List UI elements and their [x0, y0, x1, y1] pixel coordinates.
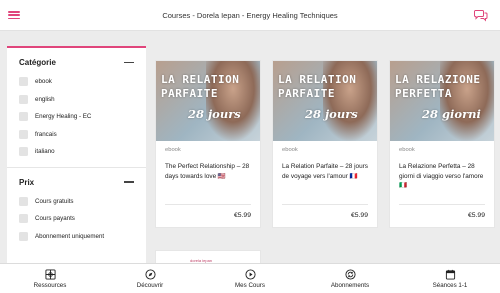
filter-option[interactable]: Energy Healing - EC [19, 108, 134, 126]
filter-sidebar: Catégorie ebook english Energy Healing -… [7, 46, 146, 266]
app-header: Courses - Dorela Iepan - Energy Healing … [0, 0, 500, 31]
filter-option[interactable]: Abonnement uniquement [19, 228, 134, 246]
facet-title: Prix [19, 177, 35, 187]
filter-option[interactable]: english [19, 91, 134, 109]
filter-label: francais [35, 130, 57, 138]
bottom-nav: Ressources Découvrir Mes Cours Abonnemen… [0, 263, 500, 293]
course-card[interactable]: LA RELAZIONE PERFETTA 28 giorni ebook La… [389, 60, 495, 228]
chat-bubbles-icon[interactable] [474, 8, 488, 22]
filter-option[interactable]: Cours gratuits [19, 193, 134, 211]
filter-option[interactable]: Cours payants [19, 210, 134, 228]
course-title[interactable]: The Perfect Relationship – 28 days towar… [165, 162, 251, 200]
cover-title: LA RELATION [161, 73, 240, 86]
checkbox[interactable] [19, 77, 28, 87]
filter-label: Cours gratuits [35, 197, 74, 205]
play-circle-icon [244, 268, 256, 280]
course-card[interactable]: LA RELATION PARFAITE 28 jours ebook The … [155, 60, 261, 228]
nav-item-decouvrir[interactable]: Découvrir [100, 264, 200, 293]
nav-label: Séances 1-1 [432, 281, 468, 289]
course-price: €5.99 [350, 212, 368, 219]
nav-item-abonnements[interactable]: Abonnements [300, 264, 400, 293]
cover-subtitle: 28 jours [188, 107, 241, 121]
course-type: ebook [165, 147, 181, 153]
nav-label: Ressources [33, 281, 67, 289]
refresh-icon [344, 268, 356, 280]
course-price: €5.99 [233, 212, 251, 219]
course-price: €5.99 [467, 212, 485, 219]
filter-option[interactable]: francais [19, 126, 134, 144]
facet-title: Catégorie [19, 58, 56, 67]
course-cover-image: LA RELAZIONE PERFETTA 28 giorni [390, 61, 494, 141]
resources-icon [44, 268, 56, 280]
course-title[interactable]: La Relation Parfaite – 28 jours de voyag… [282, 162, 368, 200]
filter-option[interactable]: ebook [19, 73, 134, 91]
nav-item-ressources[interactable]: Ressources [0, 264, 100, 293]
cover-title: PARFAITE [278, 87, 335, 100]
cover-title: PERFETTA [395, 87, 452, 100]
checkbox[interactable] [19, 214, 28, 224]
checkbox[interactable] [19, 231, 28, 241]
course-type: ebook [399, 147, 415, 153]
cover-subtitle: 28 giorni [422, 107, 481, 121]
course-type: ebook [282, 147, 298, 153]
collapse-icon[interactable] [124, 181, 134, 183]
checkbox[interactable] [19, 94, 28, 104]
compass-icon [144, 268, 156, 280]
checkbox[interactable] [19, 129, 28, 139]
nav-label: Découvrir [136, 281, 164, 289]
cover-subtitle: 28 jours [305, 107, 358, 121]
page-title: Courses - Dorela Iepan - Energy Healing … [162, 10, 338, 20]
nav-label: Abonnements [330, 281, 370, 289]
checkbox[interactable] [19, 147, 28, 157]
nav-item-mes-cours[interactable]: Mes Cours [200, 264, 300, 293]
checkbox[interactable] [19, 196, 28, 206]
hamburger-menu-icon[interactable] [8, 9, 20, 21]
course-title[interactable]: La Relazione Perfetta – 28 giorni di via… [399, 162, 485, 200]
divider [165, 204, 251, 205]
filter-label: Abonnement uniquement [35, 232, 105, 240]
course-cover-image: LA RELATION PARFAITE 28 jours [156, 61, 260, 141]
cover-title: LA RELATION [278, 73, 357, 86]
filter-label: Cours payants [35, 215, 75, 223]
facet-category: Catégorie ebook english Energy Healing -… [7, 48, 146, 167]
filter-option[interactable]: italiano [19, 143, 134, 161]
nav-label: Mes Cours [235, 281, 265, 289]
facet-price: Prix Cours gratuits Cours payants Abonne… [7, 168, 146, 252]
calendar-icon [445, 269, 455, 280]
course-cover-image: LA RELATION PARFAITE 28 jours [273, 61, 377, 141]
cover-title: LA RELAZIONE [395, 73, 481, 86]
filter-label: english [35, 95, 55, 103]
nav-item-seances[interactable]: Séances 1-1 [400, 264, 500, 293]
filter-label: ebook [35, 78, 52, 86]
filter-label: Energy Healing - EC [35, 113, 92, 121]
divider [399, 204, 485, 205]
filter-label: italiano [35, 148, 55, 156]
collapse-icon[interactable] [124, 61, 134, 64]
divider [282, 204, 368, 205]
course-card[interactable]: LA RELATION PARFAITE 28 jours ebook La R… [272, 60, 378, 228]
cover-title: PARFAITE [161, 87, 218, 100]
checkbox[interactable] [19, 112, 28, 122]
